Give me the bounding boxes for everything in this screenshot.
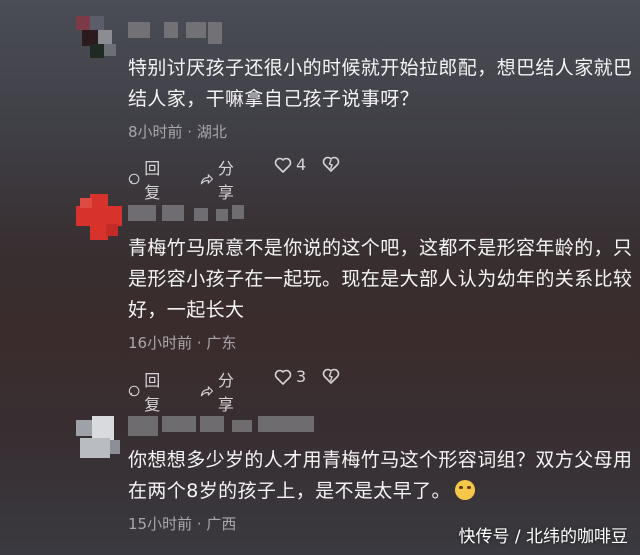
comment-text: 青梅竹马原意不是你说的这个吧，这都不是形容年龄的，只是形容小孩子在一起玩。现在是… (128, 237, 633, 321)
reply-button[interactable]: 回复 (128, 367, 166, 415)
dislike-button[interactable] (322, 367, 340, 385)
username-redacted[interactable] (128, 22, 223, 44)
share-icon (200, 174, 214, 185)
share-icon (200, 386, 214, 397)
like-count: 3 (296, 367, 307, 386)
avatar[interactable] (76, 416, 122, 462)
like-icon (274, 369, 292, 385)
comment-text: 你想想多少岁的人才用青梅竹马这个形容词组？双方父母用在两个8岁的孩子上，是不是太… (128, 445, 634, 507)
reply-icon (128, 385, 140, 397)
comment-meta: 15小时前 · 广西 (128, 515, 237, 533)
like-icon (274, 157, 292, 173)
comment-text-body: 你想想多少岁的人才用青梅竹马这个形容词组？双方父母用在两个8岁的孩子上，是不是太… (128, 449, 633, 502)
reply-button[interactable]: 回复 (128, 155, 166, 203)
comment-meta: 8小时前 · 湖北 (128, 123, 227, 141)
comment-text: 特别讨厌孩子还很小的时候就开始拉郎配，想巴结人家就巴结人家，干嘛拿自己孩子说事呀… (128, 57, 633, 110)
reply-label: 回复 (144, 371, 161, 414)
watermark: 快传号 / 北纬的咖啡豆 (458, 527, 628, 547)
dislike-icon (322, 156, 340, 172)
share-button[interactable]: 分享 (200, 155, 240, 203)
share-label: 分享 (217, 159, 234, 202)
username-redacted[interactable] (128, 416, 318, 436)
share-label: 分享 (217, 371, 234, 414)
comment-meta: 16小时前 · 广东 (128, 334, 237, 352)
like-count: 4 (296, 155, 307, 174)
dislike-icon (322, 368, 340, 384)
like-button[interactable]: 4 (274, 155, 306, 174)
avatar[interactable] (76, 194, 122, 240)
reply-label: 回复 (144, 159, 161, 202)
avatar[interactable] (76, 16, 120, 60)
grimace-emoji-icon (454, 480, 475, 500)
share-button[interactable]: 分享 (200, 367, 240, 415)
reply-icon (128, 173, 140, 185)
like-button[interactable]: 3 (274, 367, 306, 386)
username-redacted[interactable] (128, 205, 244, 221)
dislike-button[interactable] (322, 155, 340, 173)
